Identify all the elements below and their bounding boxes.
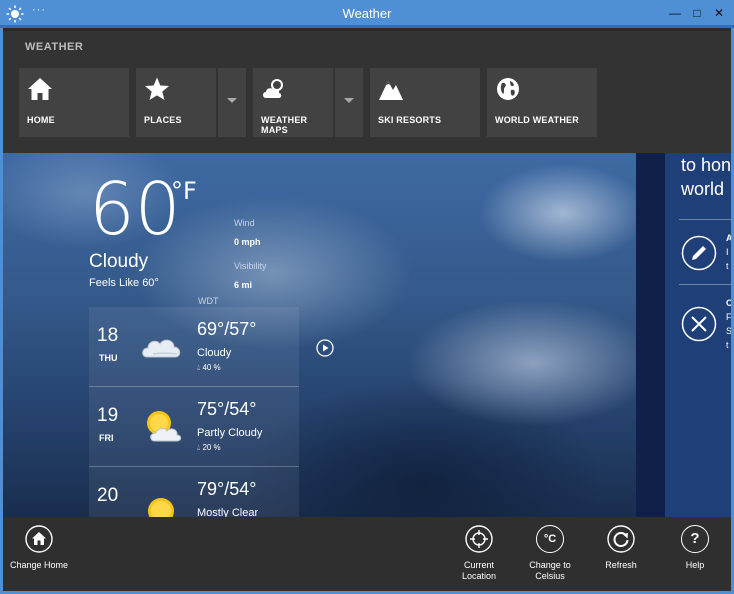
nav-tile-label: SKI RESORTS [378,115,442,125]
label-line: Change to [529,560,571,570]
forecast-condition: Partly Cloudy [197,427,263,439]
crosshair-icon [465,525,493,553]
change-to-celsius-label: Change to Celsius [510,560,590,582]
home-icon [28,78,52,100]
current-condition: Cloudy [89,251,149,272]
divider [679,219,731,220]
nav-tile-label: WORLD WEATHER [495,115,579,125]
side-panel-content: to hon world A I t C F S t [665,153,731,517]
forecast-day: 18 [97,325,119,346]
raindrop-icon: 💧︎ [197,363,201,372]
nav-tile-home[interactable]: HOME [19,68,129,137]
visibility-value: 6 mi [234,280,253,290]
refresh-label: Refresh [605,560,637,570]
close-button[interactable]: ✕ [708,3,730,23]
forecast-condition: Mostly Clear [197,507,259,517]
side-fragment: C [726,298,731,308]
feels-like: Feels Like 60° [89,277,159,289]
edit-icon[interactable] [681,235,717,271]
nav-tile-places[interactable]: PLACES [136,68,216,137]
remove-icon[interactable] [681,306,717,342]
divider [679,284,731,285]
sunny-icon [148,498,174,517]
forecast-day: 19 [97,405,119,426]
star-icon [145,77,169,100]
mountain-icon [379,81,403,100]
nav-tile-world-weather[interactable]: WORLD WEATHER [487,68,597,137]
label-line: Current [463,560,494,570]
current-conditions-panel: 60 °F Cloudy Feels Like 60° Wind 0 mph V… [3,153,636,517]
data-provider: WDT [198,296,219,306]
change-to-celsius-button[interactable]: °C Change to Celsius [510,525,590,585]
refresh-icon [607,525,635,553]
temperature-unit[interactable]: °F [171,177,197,205]
nav-tile-label: WEATHER MAPS [261,115,308,135]
forecast-hilo: 75°/54° [197,399,257,419]
forecast-precip: 💧︎ 20 % [197,443,221,453]
side-fragment: F [726,312,731,322]
current-location-label: Current Location [439,560,519,582]
forecast-row[interactable]: 18 THU 69°/57° Cloudy 💧︎ 40 % [89,307,299,387]
app-bar: Change Home Current Location °C Change to… [3,517,731,591]
forecast-precip: 💧︎ 40 % [197,363,221,373]
minimize-button[interactable]: — [664,3,686,23]
forecast-weekday: THU [99,353,118,363]
help-button[interactable]: ? Help [655,525,734,585]
side-fragment: t [726,261,729,271]
side-text-line: world [681,179,725,199]
wind-value: 0 mph [234,237,261,247]
label-line: Celsius [535,571,565,581]
home-icon [25,525,53,553]
nav-tile-label: PLACES [144,115,182,125]
raindrop-icon: 💧︎ [197,443,201,452]
wind-label: Wind [234,218,255,228]
globe-icon [497,78,519,100]
forecast-weekday: FRI [99,433,114,443]
forecast-precip-value: 20 % [202,443,221,452]
forecast-condition: Cloudy [197,347,232,359]
forecast-row[interactable]: 20 79°/54° Mostly Clear [89,467,299,517]
side-fragment: I [726,247,729,257]
current-location-button[interactable]: Current Location [439,525,519,585]
nav-tile-weather-maps[interactable]: WEATHER MAPS [253,68,333,137]
side-panel: to hon world A I t C F S t [636,153,731,517]
forecast-hilo: 69°/57° [197,319,257,339]
play-icon[interactable] [316,339,334,357]
help-label: Help [685,560,705,570]
nav-tile-label: HOME [27,115,55,125]
celsius-icon: °C [536,525,564,553]
side-fragment: S [726,326,731,336]
nav-title: WEATHER [25,41,84,53]
chevron-down-icon [344,98,354,103]
side-fragment: t [726,340,729,350]
cloudy-icon [142,339,181,358]
label-line: Location [461,571,497,581]
title-bar: ··· Weather — □ ✕ [0,0,734,28]
forecast-hilo: 79°/54° [197,479,257,499]
nav-tile-ski-resorts[interactable]: SKI RESORTS [370,68,480,137]
partly-cloudy-icon [147,411,182,442]
side-fragment: A [726,233,731,243]
current-temperature: 60 [89,167,181,251]
weather-maps-dropdown-button[interactable] [335,68,363,137]
chevron-down-icon [227,98,237,103]
forecast-row[interactable]: 19 FRI 75°/54° Partly Cloudy 💧︎ 20 % [89,387,299,467]
cloud-sun-icon [263,79,283,98]
change-home-button[interactable]: Change Home [0,525,79,585]
window-title: Weather [342,6,392,21]
places-dropdown-button[interactable] [218,68,246,137]
refresh-button[interactable]: Refresh [581,525,661,585]
side-text-line: to hon [681,155,731,175]
visibility-label: Visibility [234,261,267,271]
forecast-precip-value: 40 % [202,363,221,372]
forecast-day: 20 [97,485,119,506]
help-icon: ? [681,525,709,553]
maximize-button[interactable]: □ [686,3,708,23]
change-home-label: Change Home [9,560,69,570]
nav-bar: WEATHER HOME PLACES WEATHER MAPS SKI RES… [3,31,731,153]
